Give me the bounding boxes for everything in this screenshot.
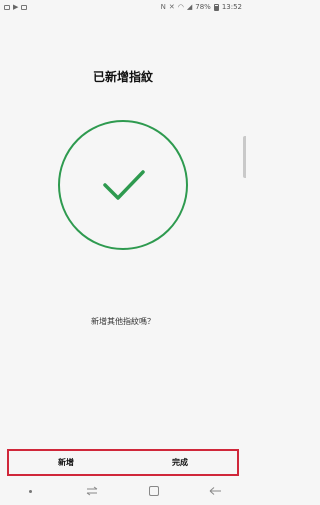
battery-percent: 78% bbox=[195, 3, 211, 11]
back-icon bbox=[209, 487, 222, 495]
clock: 13:52 bbox=[221, 3, 242, 11]
edge-panel-handle[interactable] bbox=[243, 136, 246, 178]
battery-icon bbox=[213, 3, 219, 11]
home-icon bbox=[148, 486, 159, 496]
add-button[interactable]: 新增 bbox=[9, 451, 123, 474]
calendar-icon bbox=[21, 4, 28, 10]
mute-icon: ✕ bbox=[168, 2, 175, 11]
recents-button[interactable] bbox=[72, 479, 112, 503]
wifi-icon: ◠ bbox=[177, 2, 184, 11]
add-another-prompt: 新增其他指紋嗎？ bbox=[91, 317, 155, 326]
page-title: 已新增指紋 bbox=[92, 70, 153, 84]
status-bar-system: N ✕ ◠ ◢ 78% 13:52 bbox=[161, 3, 242, 11]
nav-dot-indicator bbox=[11, 479, 51, 503]
navigation-bar bbox=[0, 477, 246, 505]
checkmark-circle-icon bbox=[56, 118, 190, 252]
status-bar-notifications: ▶ bbox=[4, 2, 28, 11]
home-button[interactable] bbox=[134, 479, 174, 503]
dot-icon bbox=[29, 489, 33, 493]
done-button[interactable]: 完成 bbox=[123, 451, 237, 474]
play-store-icon: ▶ bbox=[13, 2, 19, 11]
recents-icon bbox=[86, 486, 98, 496]
signal-icon: ◢ bbox=[186, 2, 193, 11]
image-icon bbox=[4, 4, 10, 10]
status-bar: ▶ N ✕ ◠ ◢ 78% 13:52 bbox=[0, 0, 246, 14]
action-bar: 新增 完成 bbox=[7, 449, 239, 476]
back-button[interactable] bbox=[195, 479, 235, 503]
nfc-icon: N bbox=[160, 2, 166, 11]
